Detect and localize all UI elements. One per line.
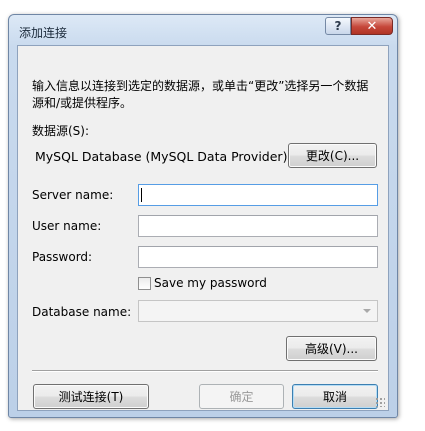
data-source-value: MySQL Database (MySQL Data Provider) [35,149,288,164]
help-button[interactable]: ? [325,17,351,35]
advanced-button[interactable]: 高级(V)... [286,336,377,361]
data-source-label: 数据源(S): [32,124,90,138]
close-button[interactable]: ✕ [351,17,393,35]
dialog-title: 添加连接 [19,26,68,40]
database-name-dropdown[interactable] [138,300,378,322]
server-name-label: Server name: [32,188,114,202]
test-connection-button[interactable]: 测试连接(T) [33,384,149,409]
user-name-label: User name: [32,219,102,233]
save-password-checkbox[interactable] [138,277,151,290]
password-label: Password: [32,250,93,264]
ok-button[interactable]: 确定 [199,384,284,409]
password-input[interactable] [138,246,378,268]
change-data-source-button[interactable]: 更改(C)... [288,143,377,168]
instructions-text: 输入信息以连接到选定的数据源，或单击“更改”选择另一个数据源和/或提供程序。 [32,79,369,110]
separator [32,370,378,372]
add-connection-dialog: 添加连接 ? ✕ 输入信息以连接到选定的数据源，或单击“更改”选择另一个数据源和… [8,14,398,418]
user-name-input[interactable] [138,215,378,237]
help-icon: ? [334,19,342,33]
server-name-input[interactable] [138,184,378,206]
text-caret [141,188,142,202]
chevron-down-icon [363,309,371,313]
dialog-body: 输入信息以连接到选定的数据源，或单击“更改”选择另一个数据源和/或提供程序。 数… [17,45,389,411]
database-name-label: Database name: [32,305,132,319]
resize-grip-icon[interactable] [375,397,385,407]
cancel-button[interactable]: 取消 [292,384,378,409]
close-icon: ✕ [366,18,378,34]
save-password-label[interactable]: Save my password [154,276,267,290]
